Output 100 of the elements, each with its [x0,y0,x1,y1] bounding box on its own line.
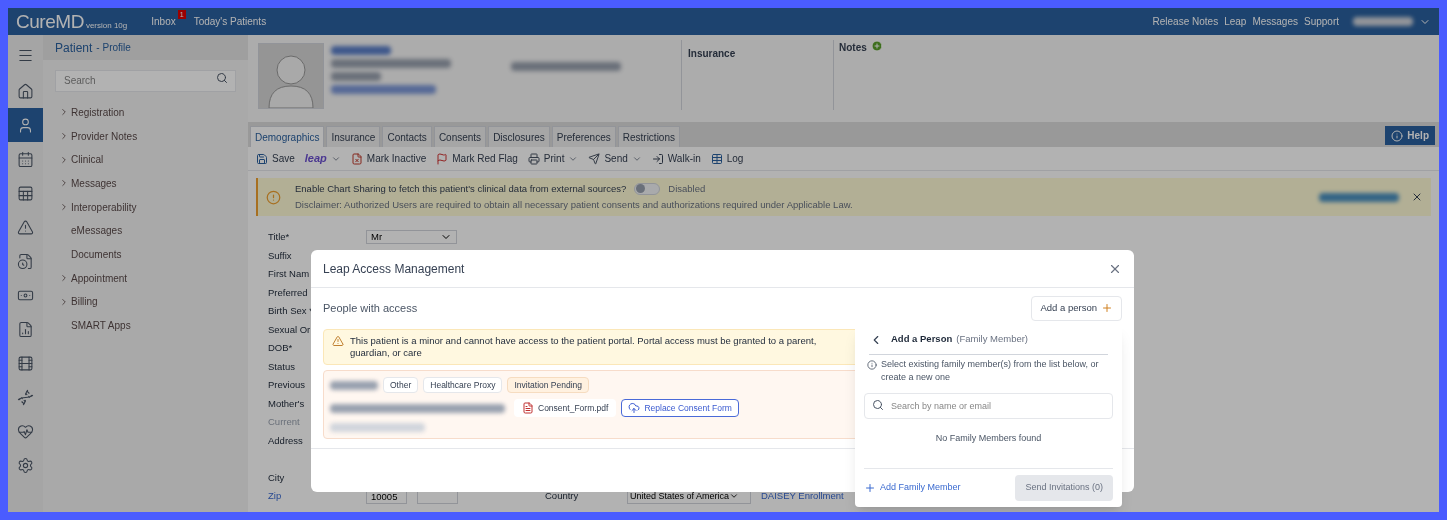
field-label: Title* [268,231,290,243]
field-label: Preferred [268,286,308,298]
redacted-text [1353,17,1413,26]
field-label: DOB* [268,342,293,354]
send-icon [588,152,601,165]
toolbar-button[interactable]: Send [588,151,642,166]
file-x-icon [350,152,363,165]
nav-item[interactable]: SMART Apps [43,313,248,338]
toolbar-button[interactable]: Mark Red Flag [436,151,518,166]
redacted-text [331,72,381,81]
log-icon [710,152,723,165]
nav-item[interactable]: eMessages [43,218,248,243]
field-label: Zip [268,490,282,502]
search-icon [216,72,228,84]
toolbar-button[interactable]: Log [710,151,744,166]
enrollment-link[interactable]: DAISEY Enrollment [761,489,844,504]
nav-item[interactable]: Billing [43,290,248,314]
leap-menu[interactable]: leap [304,150,341,167]
banner-message: Enable Chart Sharing to fetch this patient's clinical data from external sources? [295,181,627,196]
nav-item[interactable]: Interoperability [43,195,248,219]
dialog-title: Leap Access Management [323,260,465,278]
header-link[interactable]: Messages [1252,14,1298,29]
field-label: Status [268,360,295,372]
section-title: People with access [323,300,418,316]
add-person-button[interactable]: Add a person [1031,295,1122,321]
header-link[interactable]: Leap [1224,14,1247,29]
popover-subtitle: (Family Member) [956,332,1029,347]
help-button[interactable]: Help [1385,126,1435,145]
add-family-member-link[interactable]: Add Family Member [864,481,961,495]
member-search-field[interactable]: Search by name or email [864,393,1113,419]
warning-text: This patient is a minor and cannot have access to the patient portal. Portal access must be granted to a parent, guardian, or care [350,335,818,359]
tag: Healthcare Proxy [423,377,503,393]
toggle-label: Disabled [668,181,706,196]
document-icon [17,252,34,270]
disclaimer-text: Disclaimer: Authorized Users are required to obtain all necessary patient consents and authorizations required under Applicable Law. [295,198,853,212]
tag: Other [383,377,419,393]
chevron-icon [59,202,69,213]
home-icon [17,82,34,100]
nav-item[interactable]: Provider Notes [43,124,248,148]
popover-title: Add a Person [891,332,953,347]
toolbar-button[interactable]: Walk-in [651,151,701,166]
chevron-icon [59,273,69,284]
tab[interactable]: Consents [433,126,487,147]
tab[interactable]: Restrictions [617,126,680,147]
plus-icon [1101,302,1113,314]
report-icon [17,320,34,338]
plus-icon [864,482,876,494]
header-link[interactable]: Today's Patients [193,14,267,29]
replace-consent-button[interactable]: Replace Consent Form [621,399,739,417]
panel-subtitle: - Profile [96,41,131,55]
section-title: Insurance [688,48,736,59]
info-icon [867,360,877,370]
save-icon [256,152,268,165]
nav-item[interactable]: Messages [43,171,248,196]
toolbar-button[interactable]: Save [256,151,295,166]
tab[interactable]: Demographics [250,126,325,147]
search-field[interactable]: Search [55,69,236,92]
toolbar-button[interactable]: Print [527,151,579,166]
logo: CureMD [16,12,84,31]
chevron-icon [59,131,69,142]
search-icon [872,399,884,411]
field-label: Suffix [268,249,292,261]
nav-item[interactable]: Documents [43,242,248,267]
nav-item[interactable]: Appointment [43,266,248,290]
tab[interactable]: Disclosures [488,126,550,147]
chevron-icon [59,107,69,118]
file-chip[interactable]: Consent_Form.pdf [514,399,617,417]
close-icon[interactable] [1411,191,1423,203]
header-link[interactable]: Release Notes [1152,14,1219,29]
field-label: First Nam [268,268,310,280]
title-select[interactable]: Mr [366,230,457,245]
version-label: version 10g [85,19,128,32]
toolbar-button[interactable]: Mark Inactive [350,151,427,166]
table-icon [17,184,34,202]
chevron-icon [59,178,69,189]
info-text: Select existing family member(s) from the list below, or create a new one [881,358,1100,384]
tab[interactable]: Insurance [326,126,381,147]
header-link[interactable]: Support [1303,14,1339,29]
film-icon [17,354,34,372]
info-icon [1391,129,1404,142]
pdf-file-icon [522,402,534,414]
section-title: Notes [839,41,867,55]
field-label: Birth Sex * [268,305,313,317]
chevron-icon [59,154,69,165]
field-label: Previous [268,379,305,391]
printer-icon [527,152,540,165]
redacted-text [330,380,378,390]
tab[interactable]: Contacts [382,126,432,147]
chevron-icon [59,296,69,307]
toggle-switch[interactable] [634,182,661,195]
redacted-text [331,46,391,55]
nav-item[interactable]: Clinical [43,147,248,172]
add-icon[interactable] [870,40,883,52]
nav-item[interactable]: Registration [43,100,248,125]
flag-icon [436,152,449,165]
rail-item[interactable] [8,108,43,142]
calendar-icon [17,150,34,168]
field-label: Sexual Or [268,323,311,335]
tab[interactable]: Preferences [551,126,616,147]
field-label: Current [268,416,300,428]
